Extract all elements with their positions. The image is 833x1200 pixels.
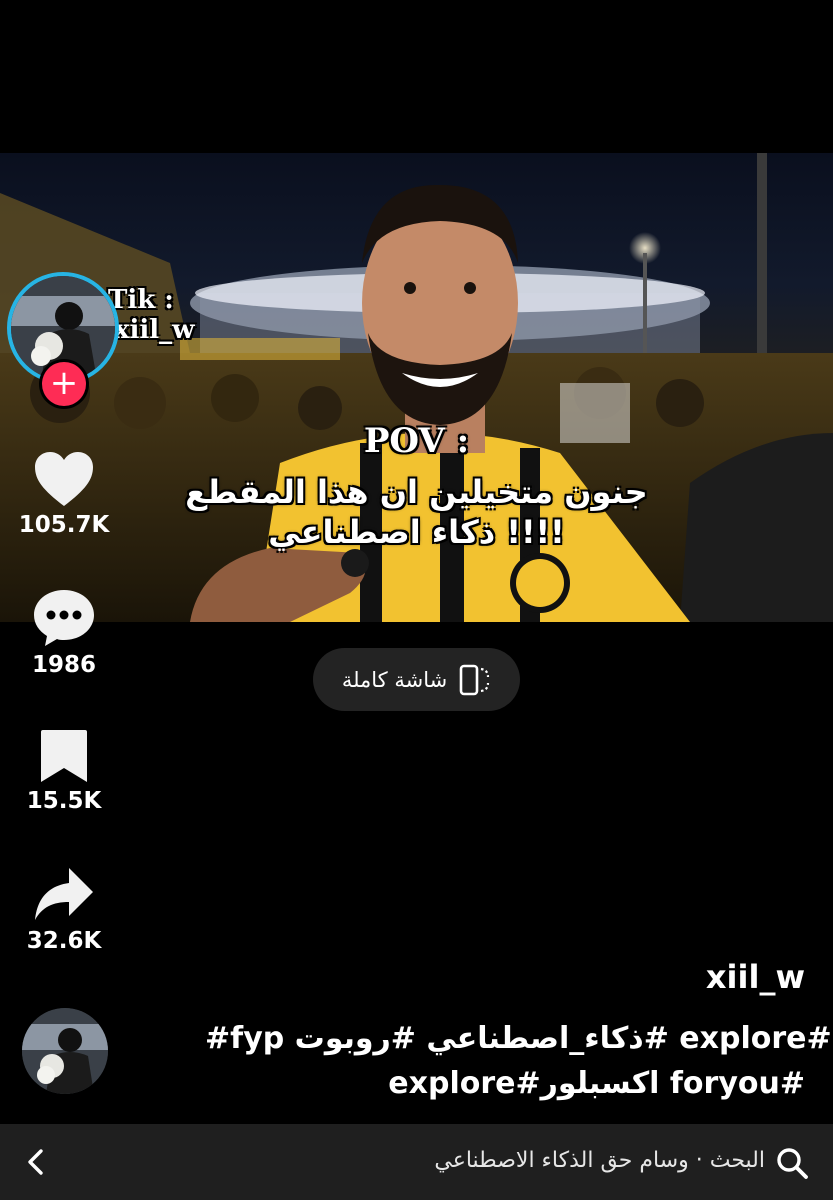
comment-bubble-icon — [34, 590, 94, 646]
watermark-line-1: Tik : — [108, 285, 174, 315]
video-player[interactable]: POV : جنون متخيلين ان هذا المقطع ذكاء اص… — [0, 153, 833, 622]
favorite-count: 15.5K — [26, 788, 102, 814]
post-username[interactable]: xiil_w — [706, 958, 805, 996]
share-arrow-icon — [35, 868, 93, 920]
fullscreen-label: شاشة كاملة — [341, 667, 448, 692]
bookmark-icon — [41, 730, 87, 782]
search-icon[interactable] — [775, 1146, 809, 1180]
like-button[interactable]: 105.7K — [0, 450, 128, 538]
sound-avatar[interactable] — [22, 1008, 108, 1094]
share-button[interactable]: 32.6K — [0, 866, 128, 954]
sound-avatar-image — [22, 1008, 108, 1094]
heart-icon — [35, 452, 93, 506]
post-description-line-1: #fyp ذكاء_اصطناعي #روبوت# explore# — [205, 1021, 832, 1056]
watermark-line-2: xiil_w — [114, 315, 195, 345]
tiktok-video-screen: POV : جنون متخيلين ان هذا المقطع ذكاء اص… — [0, 0, 833, 1200]
share-count: 32.6K — [26, 928, 102, 954]
post-description-line-2: explore#اكسبلور foryou# — [388, 1066, 805, 1101]
search-query-text[interactable]: البحث · وسام حق الذكاء الاصطناعي — [434, 1148, 765, 1173]
bottom-search-bar[interactable]: البحث · وسام حق الذكاء الاصطناعي — [0, 1124, 833, 1200]
fullscreen-button[interactable]: شاشة كاملة — [313, 648, 520, 711]
video-frame-illustration — [0, 153, 833, 622]
follow-plus-button[interactable]: + — [42, 362, 86, 406]
favorite-button[interactable]: 15.5K — [0, 728, 128, 814]
video-watermark: Tik : xiil_w — [108, 285, 218, 345]
like-count: 105.7K — [18, 512, 110, 538]
comment-button[interactable]: 1986 — [0, 588, 128, 678]
comment-count: 1986 — [31, 652, 96, 678]
chevron-left-icon[interactable] — [18, 1144, 54, 1180]
rotate-fullscreen-icon — [459, 664, 490, 695]
